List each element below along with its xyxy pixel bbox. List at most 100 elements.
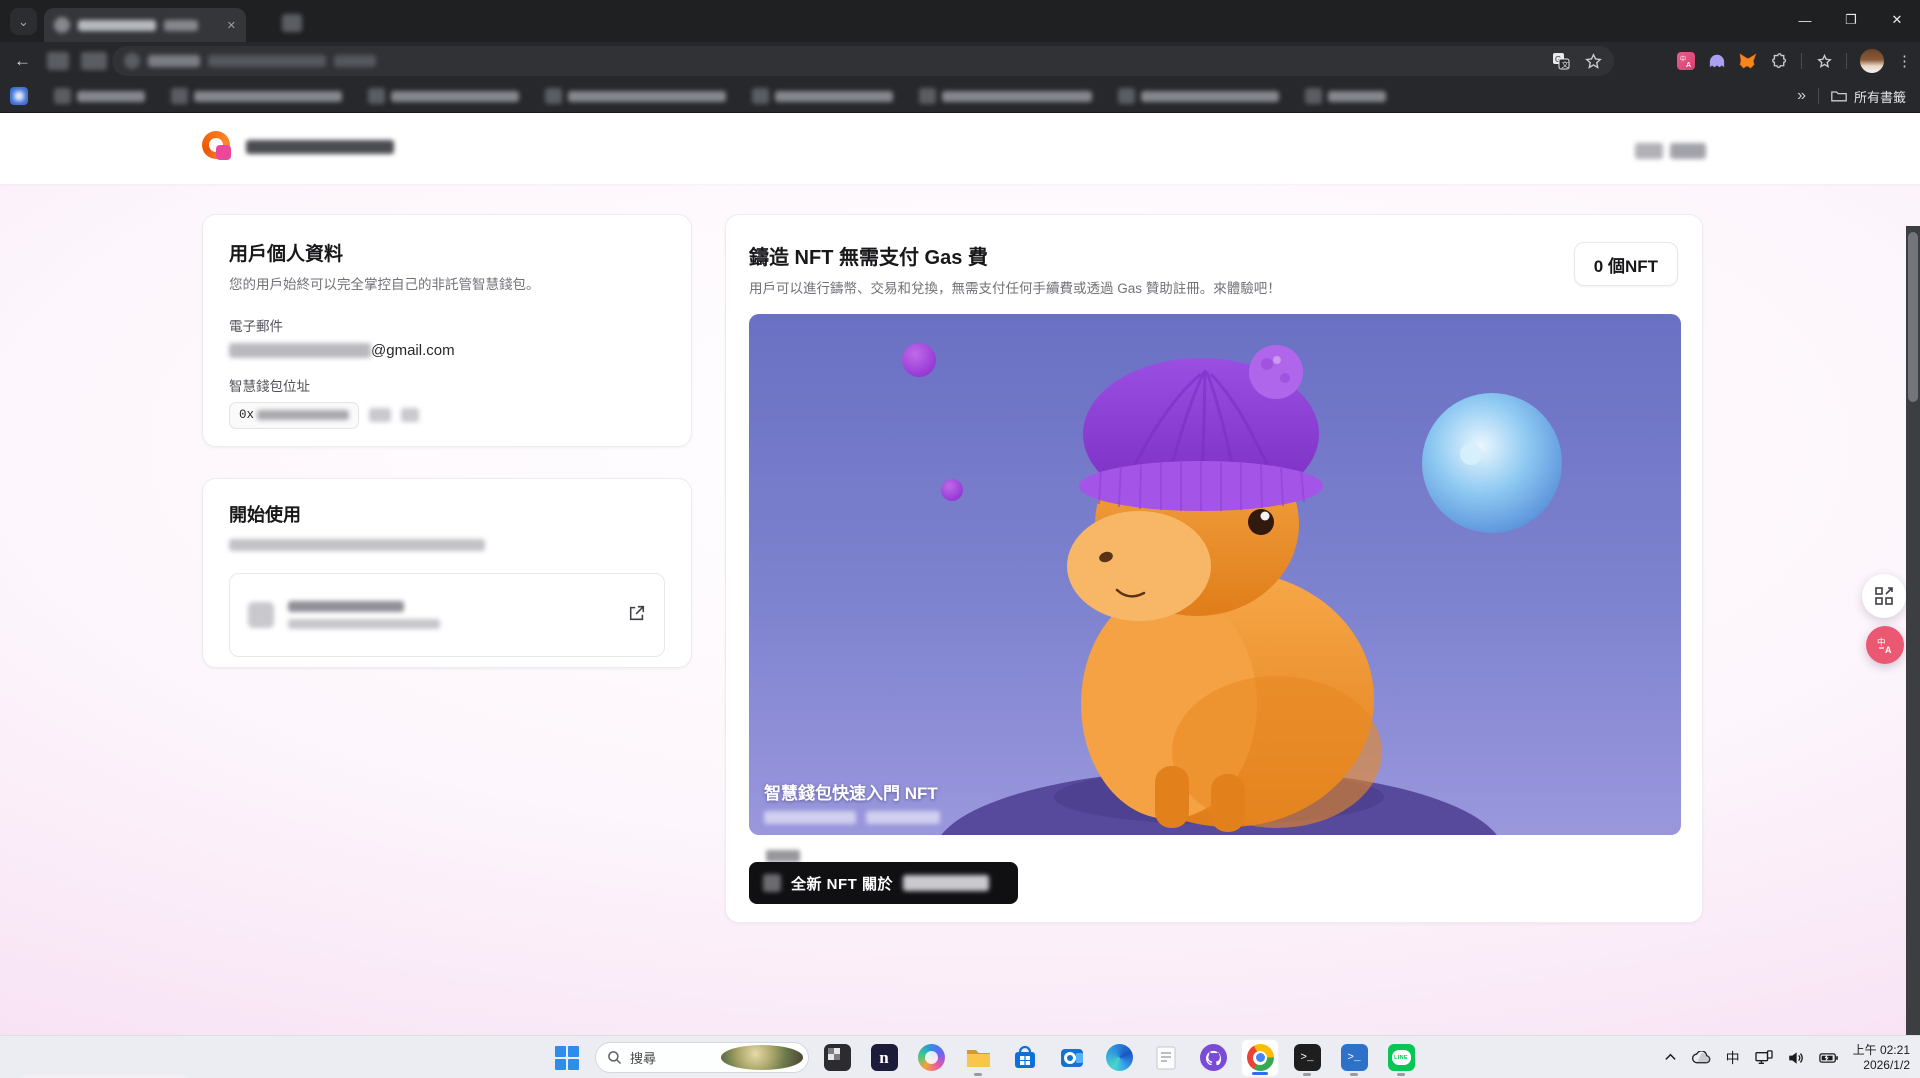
volume-icon[interactable] [1788, 1051, 1804, 1065]
page-scrollbar[interactable] [1906, 226, 1920, 1078]
sidebar-toggle-float-button[interactable] [1862, 574, 1906, 618]
url-text-blurred-1 [148, 55, 200, 67]
nft-count-badge: 0 個NFT [1574, 242, 1678, 286]
immersive-translate-extension-icon[interactable]: 中A [1677, 52, 1695, 70]
running-indicator [974, 1073, 982, 1076]
scrollbar-thumb[interactable] [1908, 232, 1918, 402]
start-button[interactable] [548, 1039, 586, 1077]
taskbar-icon-notepad[interactable] [1147, 1039, 1185, 1077]
browser-tab-strip: ⌄ ✕ — ❐ ✕ [0, 0, 1920, 42]
tab-search-chevron-icon[interactable]: ⌄ [10, 8, 37, 35]
bookmark-item[interactable] [545, 88, 726, 104]
mint-button-text-blurred [903, 875, 989, 891]
bing-daily-image[interactable] [721, 1045, 804, 1070]
immersive-translate-float-button[interactable]: 中 A [1866, 626, 1904, 664]
header-actions[interactable] [1635, 143, 1706, 159]
mint-nft-button[interactable]: 全新 NFT 關於 [749, 862, 1018, 904]
bookmarks-overflow-icon[interactable]: » [1797, 87, 1806, 105]
copy-icon-blurred[interactable] [369, 408, 391, 422]
getting-started-title: 開始使用 [229, 501, 665, 527]
url-text-blurred-3 [334, 55, 376, 67]
svg-text:A: A [1885, 645, 1892, 655]
bookmarks-divider [1818, 88, 1819, 104]
search-icon [607, 1050, 622, 1065]
hero-image: 智慧錢包快速入門 NFT [749, 314, 1681, 835]
hero-caption-sub-blurred-2 [866, 811, 940, 824]
extensions-puzzle-icon[interactable] [1770, 52, 1788, 70]
active-tab[interactable]: ✕ [44, 8, 246, 42]
store-bag-icon [1012, 1045, 1038, 1071]
back-icon[interactable]: ← [14, 51, 31, 71]
wallet-action-icon-blurred[interactable] [401, 408, 419, 422]
bookmark-item[interactable] [752, 88, 893, 104]
new-tab-button-blurred[interactable] [282, 14, 302, 32]
wallet-address-pill[interactable]: 0x [229, 402, 359, 429]
site-title-blurred [246, 140, 394, 154]
octocat-icon [1205, 1050, 1222, 1065]
system-tray: 中 上午 02:21 2026/1/2 [1664, 1036, 1910, 1078]
taskbar-icon-capture[interactable] [818, 1039, 856, 1077]
hero-caption: 智慧錢包快速入門 NFT [764, 779, 940, 824]
bookmark-item[interactable] [54, 88, 145, 104]
onedrive-icon[interactable] [1692, 1051, 1711, 1064]
desktop-screen: ⌄ ✕ — ❐ ✕ ← G文 [0, 0, 1920, 1078]
tray-chevron-icon[interactable] [1664, 1051, 1677, 1064]
link-title-blurred [288, 601, 404, 612]
google-translate-icon[interactable]: G文 [1552, 52, 1570, 70]
bookmark-item[interactable] [919, 88, 1092, 104]
email-value: @gmail.com [229, 342, 665, 359]
extensions-row: 中A ⋮ [1677, 46, 1912, 76]
external-link-icon[interactable] [628, 604, 646, 627]
mint-button-icon-blurred [763, 874, 781, 892]
ime-indicator[interactable]: 中 [1726, 1048, 1740, 1068]
nft-card: 鑄造 NFT 無需支付 Gas 費 用戶可以進行鑄幣、交易和兌換，無需支付任何手… [725, 214, 1703, 923]
tab-close-icon[interactable]: ✕ [227, 19, 236, 32]
taskbar-icon-github[interactable] [1194, 1039, 1232, 1077]
email-label: 電子郵件 [229, 315, 665, 335]
taskbar-icon-cmd[interactable]: >_ [1288, 1039, 1326, 1077]
tab-favicon-blurred [54, 17, 70, 33]
outlook-icon [1059, 1045, 1085, 1071]
clock-date: 2026/1/2 [1863, 1058, 1910, 1072]
bookmark-item[interactable] [10, 87, 28, 105]
email-name-blurred [229, 343, 371, 358]
site-logo[interactable] [202, 131, 234, 163]
taskbar-search-box[interactable]: 搜尋 [595, 1042, 809, 1073]
taskbar-icon-edge[interactable] [1100, 1039, 1138, 1077]
mint-tag-blurred [766, 850, 800, 862]
bookmark-item[interactable] [368, 88, 519, 104]
taskbar-icon-powershell[interactable]: >_ [1335, 1039, 1373, 1077]
phantom-wallet-icon[interactable] [1708, 52, 1726, 70]
hero-caption-sub-blurred-1 [764, 811, 856, 824]
forward-icon-blurred[interactable] [47, 52, 69, 70]
taskbar-icon-store[interactable] [1006, 1039, 1044, 1077]
bookmark-star-icon[interactable] [1584, 52, 1602, 70]
address-bar[interactable]: G文 [112, 46, 1614, 76]
taskbar-icon-chrome[interactable] [1241, 1039, 1279, 1077]
menu-dots-icon[interactable]: ⋮ [1897, 52, 1912, 70]
site-info-icon-blurred[interactable] [124, 53, 140, 69]
taskbar-icon-line[interactable]: LINE [1382, 1039, 1420, 1077]
close-button[interactable]: ✕ [1874, 0, 1920, 40]
all-bookmarks-button[interactable]: 所有書籤 [1831, 87, 1906, 106]
taskbar-icon-copilot[interactable] [912, 1039, 950, 1077]
taskbar-icon-file-explorer[interactable] [959, 1039, 997, 1077]
taskbar-clock[interactable]: 上午 02:21 2026/1/2 [1853, 1043, 1910, 1073]
getting-started-link-item[interactable] [229, 573, 665, 657]
display-connect-icon[interactable] [1755, 1050, 1773, 1066]
profile-avatar[interactable] [1860, 49, 1884, 73]
minimize-button[interactable]: — [1782, 0, 1828, 40]
maximize-button[interactable]: ❐ [1828, 0, 1874, 40]
window-controls: — ❐ ✕ [1782, 0, 1920, 40]
battery-icon[interactable] [1819, 1052, 1838, 1064]
nft-card-title: 鑄造 NFT 無需支付 Gas 費 [749, 241, 1679, 270]
bookmark-item[interactable] [1118, 88, 1279, 104]
taskbar-icon-notion[interactable]: n [865, 1039, 903, 1077]
extension-star-icon[interactable] [1815, 52, 1833, 70]
metamask-icon[interactable] [1739, 52, 1757, 70]
wallet-label: 智慧錢包位址 [229, 375, 665, 395]
reload-icon-blurred[interactable] [81, 52, 107, 70]
bookmark-item[interactable] [1305, 88, 1386, 104]
taskbar-icon-outlook[interactable] [1053, 1039, 1091, 1077]
bookmark-item[interactable] [171, 88, 342, 104]
